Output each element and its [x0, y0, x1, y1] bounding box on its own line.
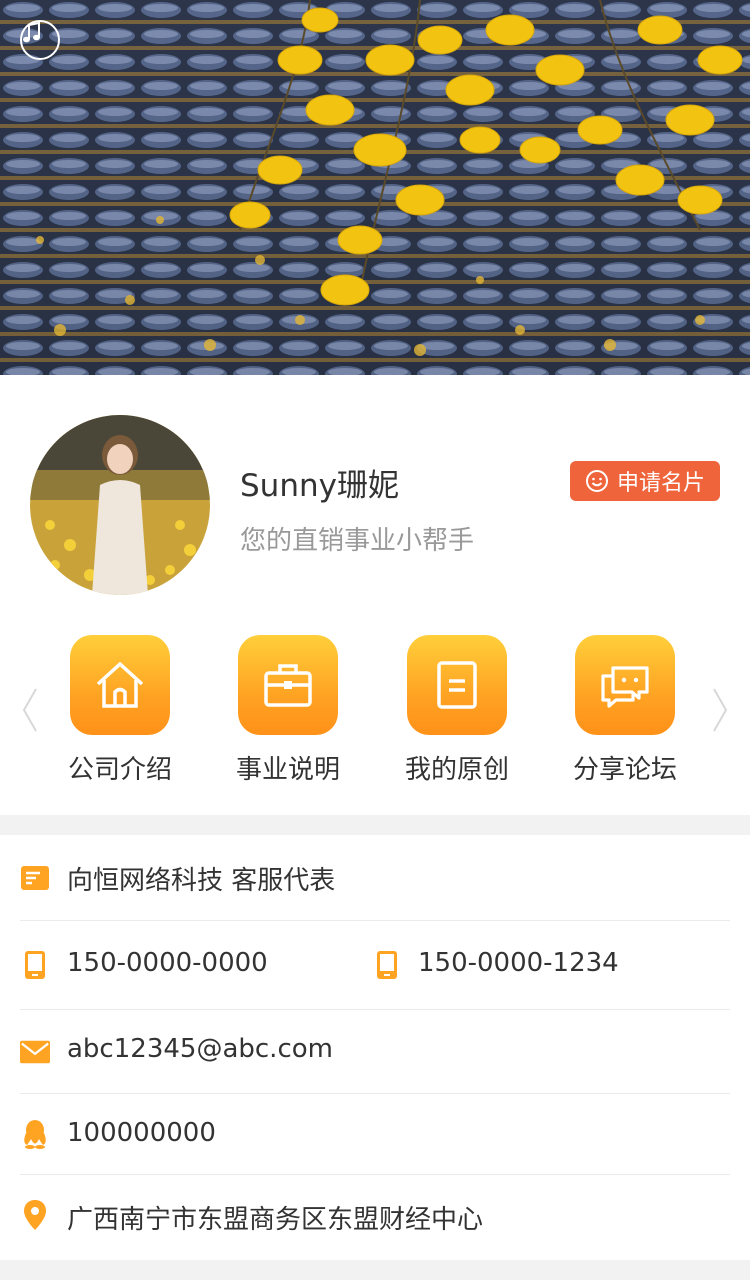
menu-label: 我的原创	[404, 755, 509, 785]
profile-name: Sunny珊妮	[240, 468, 399, 504]
apply-card-button[interactable]: 申请名片	[570, 461, 720, 501]
feature-menu: 公司介绍 事业说明 我的原创 分享论坛	[0, 630, 750, 790]
chevron-right-icon[interactable]	[710, 685, 730, 735]
music-note-icon	[23, 22, 40, 43]
briefcase-icon	[264, 664, 312, 707]
avatar	[30, 415, 210, 595]
contact-list: 向恒网络科技 客服代表 150-0000-0000 150-0000-1234	[0, 835, 750, 1260]
contact-row-phones: 150-0000-0000 150-0000-1234	[0, 921, 750, 1009]
location-pin-icon	[20, 1200, 50, 1230]
menu-icon-box	[70, 635, 170, 735]
qq-penguin-icon	[20, 1119, 50, 1149]
phone-2-text[interactable]: 150-0000-1234	[418, 948, 619, 978]
profile-slogan: 您的直销事业小帮手	[240, 526, 475, 556]
phone-icon	[20, 950, 50, 980]
menu-item-business-info[interactable]: 事业说明	[213, 635, 363, 786]
header-banner	[0, 0, 750, 375]
menu-item-company-intro[interactable]: 公司介绍	[45, 635, 195, 786]
phone-icon	[372, 950, 402, 980]
address-text[interactable]: 广西南宁市东盟商务区东盟财经中心	[67, 1199, 483, 1236]
smiley-icon	[585, 470, 608, 492]
menu-item-my-original[interactable]: 我的原创	[382, 635, 532, 786]
contact-row-address: 广西南宁市东盟商务区东盟财经中心	[0, 1175, 750, 1260]
apply-card-label: 申请名片	[616, 471, 705, 496]
contact-row-company: 向恒网络科技 客服代表	[0, 835, 750, 921]
menu-item-share-forum[interactable]: 分享论坛	[550, 635, 700, 786]
menu-icon-box	[575, 635, 675, 735]
menu-label: 公司介绍	[67, 755, 172, 785]
email-text[interactable]: abc12345@abc.com	[67, 1034, 333, 1064]
menu-icon-box	[407, 635, 507, 735]
banner-image	[0, 0, 750, 375]
menu-icon-box	[238, 635, 338, 735]
email-icon	[20, 1037, 50, 1067]
phone-1-text[interactable]: 150-0000-0000	[67, 948, 268, 978]
chat-bubbles-icon	[601, 666, 649, 708]
contact-row-qq: 100000000	[0, 1094, 750, 1174]
company-text: 向恒网络科技 客服代表	[67, 866, 336, 896]
company-card-icon	[20, 863, 50, 893]
house-icon	[96, 662, 144, 708]
document-icon	[437, 661, 477, 709]
music-toggle-button[interactable]	[20, 20, 60, 60]
chevron-left-icon[interactable]	[20, 685, 40, 735]
menu-label: 分享论坛	[572, 755, 677, 785]
qq-text[interactable]: 100000000	[67, 1118, 216, 1148]
menu-label: 事业说明	[235, 755, 340, 785]
profile-card: Sunny珊妮 您的直销事业小帮手 申请名片 公司介绍 事业说明 我的原创 分享…	[0, 375, 750, 815]
contact-row-email: abc12345@abc.com	[0, 1010, 750, 1094]
